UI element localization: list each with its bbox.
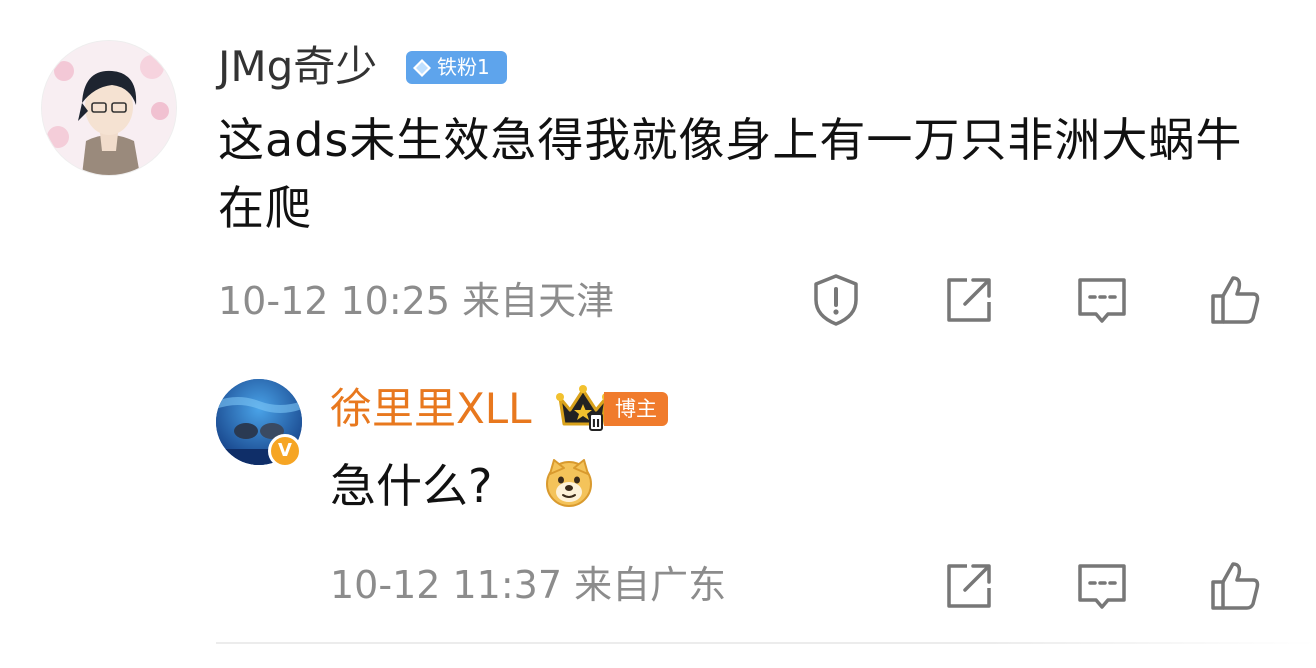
divider [216,642,1316,644]
fan-badge-label: 铁粉1 [437,55,490,79]
diamond-icon [413,58,431,77]
repost-button[interactable] [939,270,999,330]
repost-icon [947,278,991,322]
fan-level-badge[interactable]: 铁粉1 [406,51,507,84]
comment-text: 这ads未生效急得我就像身上有一万只非洲大蜗牛在爬 [218,113,1243,235]
comment-icon [1078,564,1126,609]
host-badge[interactable]: 博主 [604,392,668,426]
report-icon [814,274,858,326]
commenter-avatar[interactable] [42,41,176,175]
reply-meta: 10-12 11:37 来自广东 [330,563,727,607]
reply-like-button[interactable] [1205,556,1265,616]
repost-icon [947,564,991,608]
comment-meta: 10-12 10:25 来自天津 [218,279,615,323]
replier-username[interactable]: 徐里里XLL [330,382,532,436]
comment-icon [1078,278,1126,323]
like-button[interactable] [1205,270,1265,330]
avatar-illustration [42,41,176,175]
like-icon [1211,562,1260,610]
doge-icon [544,458,594,508]
commenter-username[interactable]: JMg奇少 [218,40,377,94]
crown-icon: II [556,384,610,432]
like-icon [1211,276,1260,324]
reply-text: 急什么? [330,459,493,513]
comment-button[interactable] [1072,270,1132,330]
crown-level: II [592,417,600,430]
reply-comment-button[interactable] [1072,556,1132,616]
reply-repost-button[interactable] [939,556,999,616]
verified-badge: V [268,434,302,468]
report-button[interactable] [806,270,866,330]
